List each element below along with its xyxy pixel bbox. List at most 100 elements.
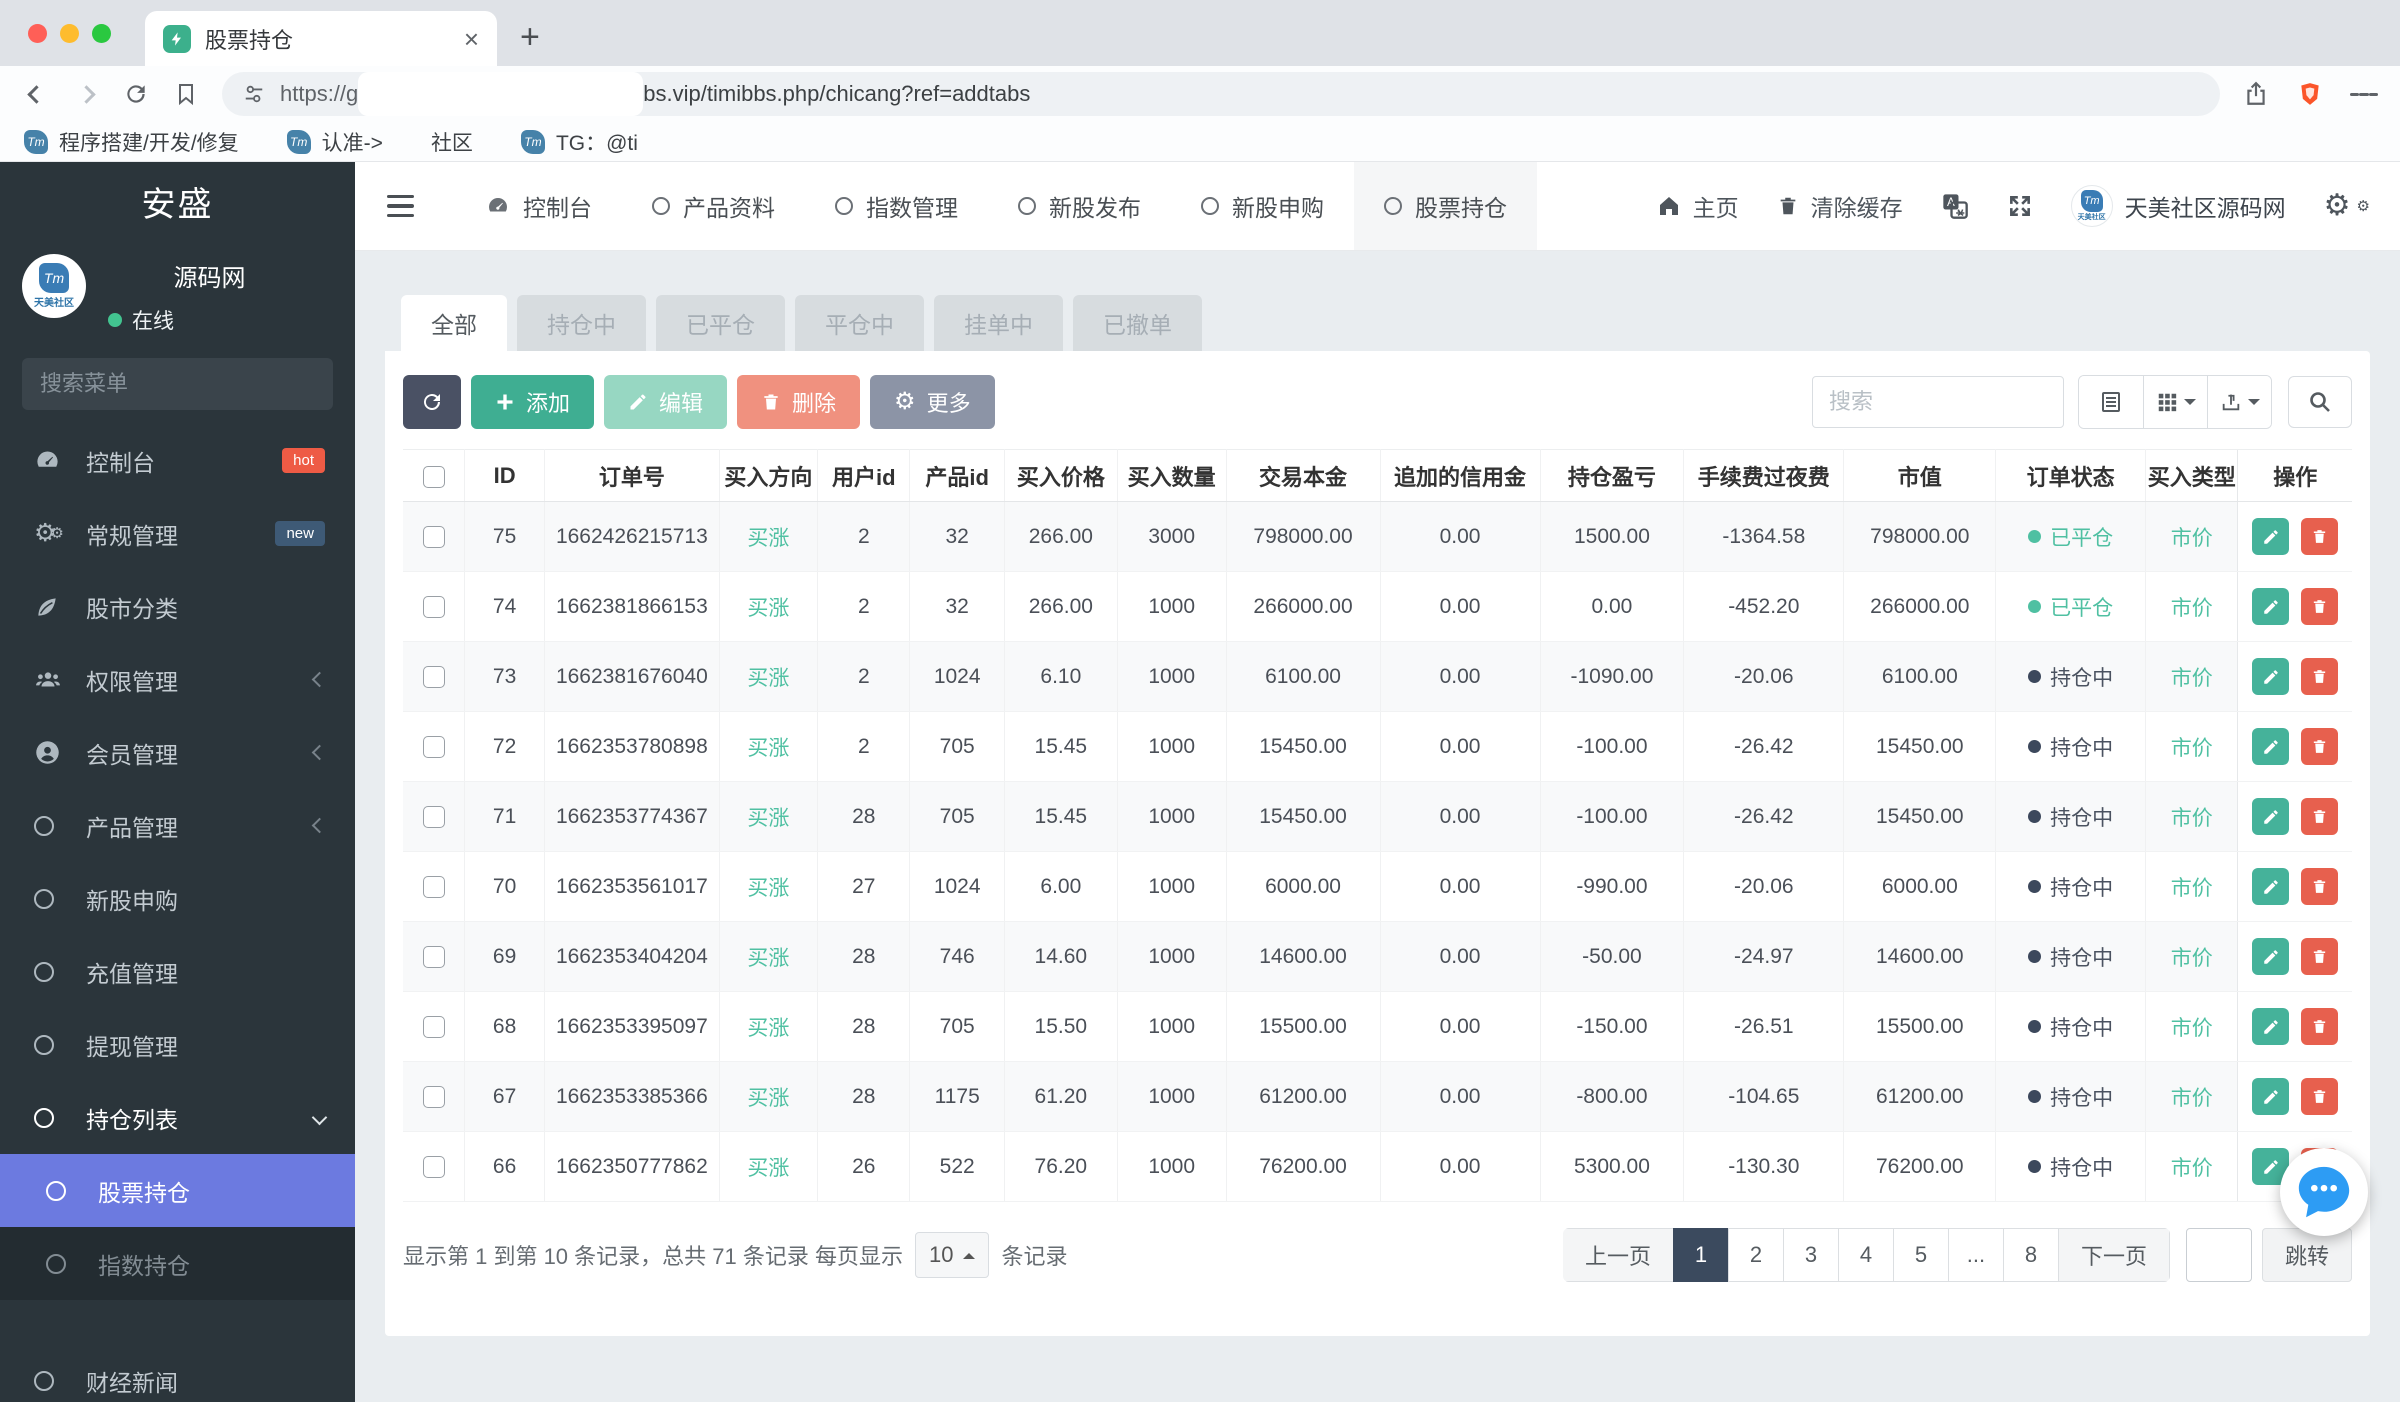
- row-edit-button[interactable]: [2252, 728, 2290, 766]
- chat-widget-button[interactable]: [2280, 1148, 2368, 1236]
- sidebar-item-finance-news[interactable]: 财经新闻: [0, 1344, 355, 1402]
- search-button[interactable]: [2288, 376, 2352, 428]
- row-delete-button[interactable]: [2301, 727, 2339, 765]
- row-checkbox[interactable]: [422, 1155, 445, 1178]
- row-checkbox[interactable]: [422, 1015, 445, 1038]
- refresh-button[interactable]: [403, 375, 461, 429]
- page-button[interactable]: 2: [1727, 1228, 1784, 1282]
- row-delete-button[interactable]: [2301, 797, 2339, 835]
- sidebar-item-recharge[interactable]: 充值管理: [0, 935, 355, 1008]
- row-delete-button[interactable]: [2301, 1007, 2339, 1045]
- sidebar-item-index-positions[interactable]: 指数持仓: [0, 1227, 355, 1300]
- jump-button[interactable]: 跳转: [2261, 1228, 2352, 1282]
- home-button[interactable]: 主页: [1657, 189, 1739, 223]
- nav-item-product-info[interactable]: 产品资料: [622, 162, 805, 250]
- browser-menu-icon[interactable]: [2350, 80, 2378, 108]
- bookmark-item[interactable]: Tm 程序搭建/开发/修复: [24, 127, 239, 157]
- row-delete-button[interactable]: [2301, 517, 2339, 555]
- nav-item-ipo-subscribe[interactable]: 新股申购: [1171, 162, 1354, 250]
- row-edit-button[interactable]: [2252, 1078, 2290, 1116]
- edit-button[interactable]: 编辑: [604, 375, 728, 429]
- bookmark-item[interactable]: Tm 认准->: [286, 127, 383, 157]
- address-bar[interactable]: https://g bs.vip/timibbs.php/chicang?ref…: [222, 72, 2220, 116]
- prev-page-button[interactable]: 上一页: [1562, 1228, 1674, 1282]
- row-checkbox[interactable]: [422, 595, 445, 618]
- search-input[interactable]: [1812, 376, 2064, 428]
- window-minimize-button[interactable]: [60, 23, 79, 43]
- sidebar-item-ipo[interactable]: 新股申购: [0, 862, 355, 935]
- sidebar-item-dashboard[interactable]: 控制台 hot: [0, 424, 355, 497]
- bookmark-item[interactable]: Tm TG：@ti: [520, 127, 638, 157]
- filter-tab[interactable]: 挂单中: [934, 295, 1063, 351]
- tab-close-icon[interactable]: ×: [464, 26, 479, 52]
- row-checkbox[interactable]: [422, 945, 445, 968]
- row-delete-button[interactable]: [2301, 657, 2339, 695]
- sidebar-search-input[interactable]: [40, 371, 328, 397]
- row-edit-button[interactable]: [2252, 658, 2290, 696]
- nav-item-stock-positions[interactable]: 股票持仓: [1354, 162, 1537, 250]
- export-button[interactable]: [2207, 376, 2271, 428]
- sidebar-item-permissions[interactable]: 权限管理: [0, 643, 355, 716]
- settings-button[interactable]: ⚙ ⚙: [2324, 191, 2370, 221]
- row-edit-button[interactable]: [2252, 1008, 2290, 1046]
- filter-tab[interactable]: 平仓中: [795, 295, 924, 351]
- sidebar-item-members[interactable]: 会员管理: [0, 716, 355, 789]
- shield-icon[interactable]: [2296, 80, 2324, 108]
- filter-tab[interactable]: 已平仓: [656, 295, 785, 351]
- row-checkbox[interactable]: [422, 525, 445, 548]
- more-button[interactable]: ⚙ 更多: [870, 375, 995, 429]
- filter-tab[interactable]: 持仓中: [517, 295, 646, 351]
- columns-button[interactable]: [2143, 376, 2207, 428]
- new-tab-button[interactable]: +: [520, 18, 540, 57]
- sidebar-item-market-category[interactable]: 股市分类: [0, 570, 355, 643]
- row-checkbox[interactable]: [422, 805, 445, 828]
- back-icon[interactable]: [22, 80, 50, 108]
- page-button[interactable]: ...: [1947, 1228, 2004, 1282]
- row-delete-button[interactable]: [2301, 937, 2339, 975]
- page-button[interactable]: 3: [1782, 1228, 1839, 1282]
- filter-tab[interactable]: 已撤单: [1073, 295, 1202, 351]
- row-checkbox[interactable]: [422, 875, 445, 898]
- bookmark-icon[interactable]: [172, 80, 200, 108]
- page-button[interactable]: 5: [1892, 1228, 1949, 1282]
- page-button[interactable]: 8: [2002, 1228, 2059, 1282]
- translate-button[interactable]: A: [1941, 192, 1969, 220]
- bookmark-item[interactable]: 社区: [431, 127, 473, 157]
- page-button[interactable]: 4: [1837, 1228, 1894, 1282]
- sidebar-item-withdraw[interactable]: 提现管理: [0, 1008, 355, 1081]
- forward-icon[interactable]: [72, 80, 100, 108]
- row-delete-button[interactable]: [2301, 587, 2339, 625]
- browser-tab[interactable]: 股票持仓 ×: [145, 11, 497, 66]
- fullscreen-button[interactable]: [2007, 193, 2033, 219]
- nav-item-index-mgmt[interactable]: 指数管理: [805, 162, 988, 250]
- sidebar-item-stock-positions[interactable]: 股票持仓: [0, 1154, 355, 1227]
- row-checkbox[interactable]: [422, 665, 445, 688]
- next-page-button[interactable]: 下一页: [2057, 1228, 2170, 1282]
- select-all-checkbox[interactable]: [422, 465, 445, 488]
- sidebar-toggle-icon[interactable]: [387, 189, 414, 224]
- site-settings-icon[interactable]: [240, 80, 268, 108]
- delete-button[interactable]: 删除: [737, 375, 861, 429]
- avatar[interactable]: Tm 天美社区: [22, 254, 86, 318]
- add-button[interactable]: 添加: [471, 375, 595, 429]
- window-zoom-button[interactable]: [92, 23, 111, 43]
- row-edit-button[interactable]: [2252, 868, 2290, 906]
- sidebar-item-positions[interactable]: 持仓列表: [0, 1081, 355, 1154]
- row-checkbox[interactable]: [422, 1085, 445, 1108]
- page-button[interactable]: 1: [1672, 1228, 1729, 1282]
- filter-tab[interactable]: 全部: [401, 295, 507, 351]
- detail-view-button[interactable]: [2079, 376, 2143, 428]
- page-size-select[interactable]: 10: [914, 1232, 990, 1278]
- nav-item-ipo-release[interactable]: 新股发布: [988, 162, 1171, 250]
- window-close-button[interactable]: [28, 23, 47, 43]
- nav-item-dashboard[interactable]: 控制台: [456, 162, 622, 250]
- clear-cache-button[interactable]: 清除缓存: [1777, 189, 1903, 223]
- row-delete-button[interactable]: [2301, 867, 2339, 905]
- jump-page-input[interactable]: [2185, 1228, 2252, 1282]
- account-button[interactable]: Tm 天美社区 天美社区源码网: [2070, 185, 2286, 227]
- row-edit-button[interactable]: [2252, 518, 2290, 556]
- row-edit-button[interactable]: [2252, 798, 2290, 836]
- row-edit-button[interactable]: [2252, 588, 2290, 626]
- row-checkbox[interactable]: [422, 735, 445, 758]
- sidebar-item-general[interactable]: ⚙ ⚙ 常规管理 new: [0, 497, 355, 570]
